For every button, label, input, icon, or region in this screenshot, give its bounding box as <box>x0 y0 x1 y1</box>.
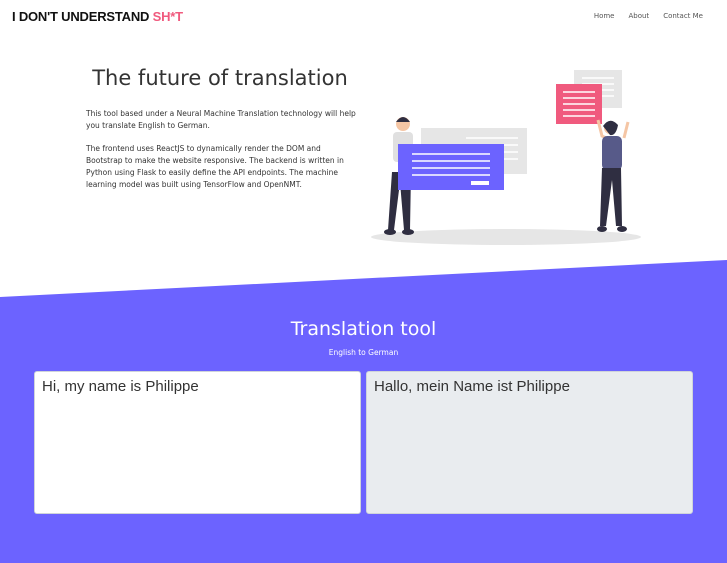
nav-links: Home About Contact Me <box>594 12 703 20</box>
source-text-input[interactable]: Hi, my name is Philippe <box>34 371 361 514</box>
hero-title: The future of translation <box>92 66 348 90</box>
hero-description: This tool based under a Neural Machine T… <box>86 109 356 130</box>
hero-tech-description: The frontend uses ReactJS to dynamically… <box>86 144 344 189</box>
brand-accent-text: SH*T <box>152 9 183 24</box>
brand-logo[interactable]: I DON'T UNDERSTAND SH*T <box>12 9 183 24</box>
translation-direction-label: English to German <box>328 348 399 357</box>
translation-illustration <box>371 70 641 245</box>
nav-link-contact[interactable]: Contact Me <box>663 12 703 20</box>
nav-link-about[interactable]: About <box>628 12 649 20</box>
translation-tool-title: Translation tool <box>290 318 437 340</box>
nav-link-home[interactable]: Home <box>594 12 615 20</box>
translated-text-output: Hallo, mein Name ist Philippe <box>366 371 693 514</box>
navbar: I DON'T UNDERSTAND SH*T Home About Conta… <box>0 0 727 34</box>
brand-main-text: I DON'T UNDERSTAND <box>12 9 153 24</box>
